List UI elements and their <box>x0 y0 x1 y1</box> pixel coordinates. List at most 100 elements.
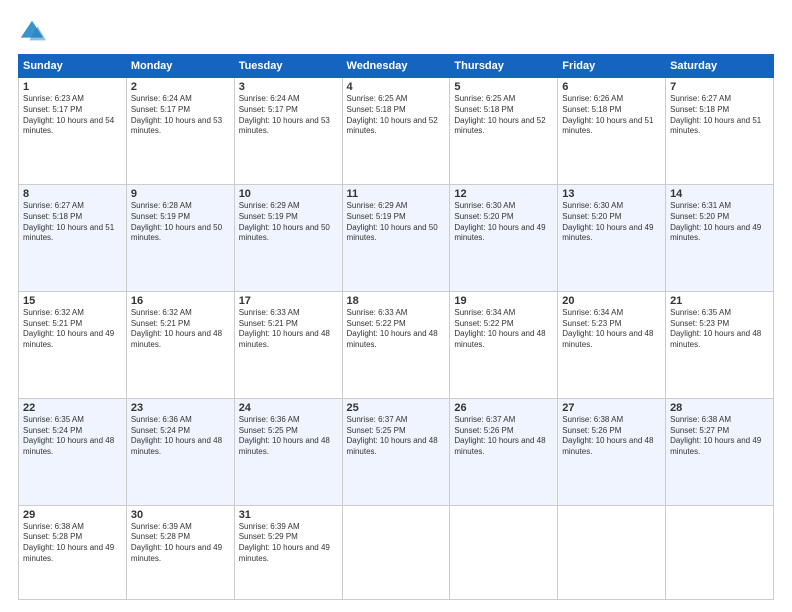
col-header-monday: Monday <box>126 55 234 78</box>
day-info: Sunrise: 6:33 AMSunset: 5:22 PMDaylight:… <box>347 308 446 351</box>
calendar-week-row: 15Sunrise: 6:32 AMSunset: 5:21 PMDayligh… <box>19 291 774 398</box>
calendar-week-row: 8Sunrise: 6:27 AMSunset: 5:18 PMDaylight… <box>19 184 774 291</box>
day-number: 20 <box>562 295 661 307</box>
calendar-cell: 25Sunrise: 6:37 AMSunset: 5:25 PMDayligh… <box>342 398 450 505</box>
calendar-cell: 24Sunrise: 6:36 AMSunset: 5:25 PMDayligh… <box>234 398 342 505</box>
day-info: Sunrise: 6:29 AMSunset: 5:19 PMDaylight:… <box>239 201 338 244</box>
calendar-cell: 27Sunrise: 6:38 AMSunset: 5:26 PMDayligh… <box>558 398 666 505</box>
calendar-cell: 11Sunrise: 6:29 AMSunset: 5:19 PMDayligh… <box>342 184 450 291</box>
day-info: Sunrise: 6:38 AMSunset: 5:26 PMDaylight:… <box>562 415 661 458</box>
day-number: 25 <box>347 402 446 414</box>
day-number: 24 <box>239 402 338 414</box>
calendar-cell: 15Sunrise: 6:32 AMSunset: 5:21 PMDayligh… <box>19 291 127 398</box>
calendar-week-row: 1Sunrise: 6:23 AMSunset: 5:17 PMDaylight… <box>19 78 774 185</box>
calendar-cell: 4Sunrise: 6:25 AMSunset: 5:18 PMDaylight… <box>342 78 450 185</box>
day-number: 3 <box>239 81 338 93</box>
day-number: 7 <box>670 81 769 93</box>
calendar-header-row: SundayMondayTuesdayWednesdayThursdayFrid… <box>19 55 774 78</box>
day-number: 26 <box>454 402 553 414</box>
day-number: 31 <box>239 509 338 521</box>
day-info: Sunrise: 6:27 AMSunset: 5:18 PMDaylight:… <box>670 94 769 137</box>
calendar-cell: 19Sunrise: 6:34 AMSunset: 5:22 PMDayligh… <box>450 291 558 398</box>
day-number: 12 <box>454 188 553 200</box>
calendar-cell: 20Sunrise: 6:34 AMSunset: 5:23 PMDayligh… <box>558 291 666 398</box>
day-info: Sunrise: 6:37 AMSunset: 5:26 PMDaylight:… <box>454 415 553 458</box>
calendar-cell: 1Sunrise: 6:23 AMSunset: 5:17 PMDaylight… <box>19 78 127 185</box>
calendar-cell <box>450 505 558 599</box>
calendar-cell: 12Sunrise: 6:30 AMSunset: 5:20 PMDayligh… <box>450 184 558 291</box>
day-info: Sunrise: 6:25 AMSunset: 5:18 PMDaylight:… <box>347 94 446 137</box>
day-info: Sunrise: 6:25 AMSunset: 5:18 PMDaylight:… <box>454 94 553 137</box>
calendar-cell: 17Sunrise: 6:33 AMSunset: 5:21 PMDayligh… <box>234 291 342 398</box>
day-info: Sunrise: 6:35 AMSunset: 5:23 PMDaylight:… <box>670 308 769 351</box>
col-header-wednesday: Wednesday <box>342 55 450 78</box>
calendar-cell <box>342 505 450 599</box>
calendar-cell <box>666 505 774 599</box>
col-header-friday: Friday <box>558 55 666 78</box>
calendar-cell: 9Sunrise: 6:28 AMSunset: 5:19 PMDaylight… <box>126 184 234 291</box>
col-header-tuesday: Tuesday <box>234 55 342 78</box>
day-number: 5 <box>454 81 553 93</box>
day-info: Sunrise: 6:30 AMSunset: 5:20 PMDaylight:… <box>562 201 661 244</box>
calendar-cell: 3Sunrise: 6:24 AMSunset: 5:17 PMDaylight… <box>234 78 342 185</box>
day-number: 21 <box>670 295 769 307</box>
day-info: Sunrise: 6:38 AMSunset: 5:28 PMDaylight:… <box>23 522 122 565</box>
day-number: 1 <box>23 81 122 93</box>
day-number: 10 <box>239 188 338 200</box>
day-info: Sunrise: 6:23 AMSunset: 5:17 PMDaylight:… <box>23 94 122 137</box>
calendar-cell: 26Sunrise: 6:37 AMSunset: 5:26 PMDayligh… <box>450 398 558 505</box>
calendar-cell: 5Sunrise: 6:25 AMSunset: 5:18 PMDaylight… <box>450 78 558 185</box>
logo <box>18 18 50 46</box>
col-header-sunday: Sunday <box>19 55 127 78</box>
calendar-cell: 23Sunrise: 6:36 AMSunset: 5:24 PMDayligh… <box>126 398 234 505</box>
calendar-cell: 7Sunrise: 6:27 AMSunset: 5:18 PMDaylight… <box>666 78 774 185</box>
day-info: Sunrise: 6:32 AMSunset: 5:21 PMDaylight:… <box>23 308 122 351</box>
page: SundayMondayTuesdayWednesdayThursdayFrid… <box>0 0 792 612</box>
day-info: Sunrise: 6:39 AMSunset: 5:28 PMDaylight:… <box>131 522 230 565</box>
day-info: Sunrise: 6:31 AMSunset: 5:20 PMDaylight:… <box>670 201 769 244</box>
day-number: 28 <box>670 402 769 414</box>
calendar-cell: 6Sunrise: 6:26 AMSunset: 5:18 PMDaylight… <box>558 78 666 185</box>
calendar-cell <box>558 505 666 599</box>
calendar-cell: 30Sunrise: 6:39 AMSunset: 5:28 PMDayligh… <box>126 505 234 599</box>
day-number: 8 <box>23 188 122 200</box>
day-number: 9 <box>131 188 230 200</box>
calendar-cell: 2Sunrise: 6:24 AMSunset: 5:17 PMDaylight… <box>126 78 234 185</box>
day-info: Sunrise: 6:35 AMSunset: 5:24 PMDaylight:… <box>23 415 122 458</box>
day-info: Sunrise: 6:36 AMSunset: 5:25 PMDaylight:… <box>239 415 338 458</box>
day-info: Sunrise: 6:34 AMSunset: 5:22 PMDaylight:… <box>454 308 553 351</box>
day-number: 23 <box>131 402 230 414</box>
day-number: 18 <box>347 295 446 307</box>
day-number: 15 <box>23 295 122 307</box>
day-info: Sunrise: 6:30 AMSunset: 5:20 PMDaylight:… <box>454 201 553 244</box>
calendar-cell: 22Sunrise: 6:35 AMSunset: 5:24 PMDayligh… <box>19 398 127 505</box>
day-number: 27 <box>562 402 661 414</box>
calendar-cell: 13Sunrise: 6:30 AMSunset: 5:20 PMDayligh… <box>558 184 666 291</box>
calendar-cell: 21Sunrise: 6:35 AMSunset: 5:23 PMDayligh… <box>666 291 774 398</box>
day-number: 11 <box>347 188 446 200</box>
calendar-cell: 29Sunrise: 6:38 AMSunset: 5:28 PMDayligh… <box>19 505 127 599</box>
day-info: Sunrise: 6:34 AMSunset: 5:23 PMDaylight:… <box>562 308 661 351</box>
calendar-table: SundayMondayTuesdayWednesdayThursdayFrid… <box>18 54 774 600</box>
day-info: Sunrise: 6:33 AMSunset: 5:21 PMDaylight:… <box>239 308 338 351</box>
day-number: 19 <box>454 295 553 307</box>
day-info: Sunrise: 6:32 AMSunset: 5:21 PMDaylight:… <box>131 308 230 351</box>
calendar-cell: 10Sunrise: 6:29 AMSunset: 5:19 PMDayligh… <box>234 184 342 291</box>
calendar-week-row: 22Sunrise: 6:35 AMSunset: 5:24 PMDayligh… <box>19 398 774 505</box>
calendar-cell: 31Sunrise: 6:39 AMSunset: 5:29 PMDayligh… <box>234 505 342 599</box>
day-number: 29 <box>23 509 122 521</box>
day-info: Sunrise: 6:36 AMSunset: 5:24 PMDaylight:… <box>131 415 230 458</box>
day-info: Sunrise: 6:24 AMSunset: 5:17 PMDaylight:… <box>131 94 230 137</box>
calendar-cell: 16Sunrise: 6:32 AMSunset: 5:21 PMDayligh… <box>126 291 234 398</box>
day-info: Sunrise: 6:28 AMSunset: 5:19 PMDaylight:… <box>131 201 230 244</box>
header <box>18 18 774 46</box>
col-header-saturday: Saturday <box>666 55 774 78</box>
day-number: 2 <box>131 81 230 93</box>
logo-icon <box>18 18 46 46</box>
calendar-cell: 14Sunrise: 6:31 AMSunset: 5:20 PMDayligh… <box>666 184 774 291</box>
day-number: 22 <box>23 402 122 414</box>
calendar-cell: 8Sunrise: 6:27 AMSunset: 5:18 PMDaylight… <box>19 184 127 291</box>
day-number: 14 <box>670 188 769 200</box>
day-info: Sunrise: 6:24 AMSunset: 5:17 PMDaylight:… <box>239 94 338 137</box>
day-number: 4 <box>347 81 446 93</box>
